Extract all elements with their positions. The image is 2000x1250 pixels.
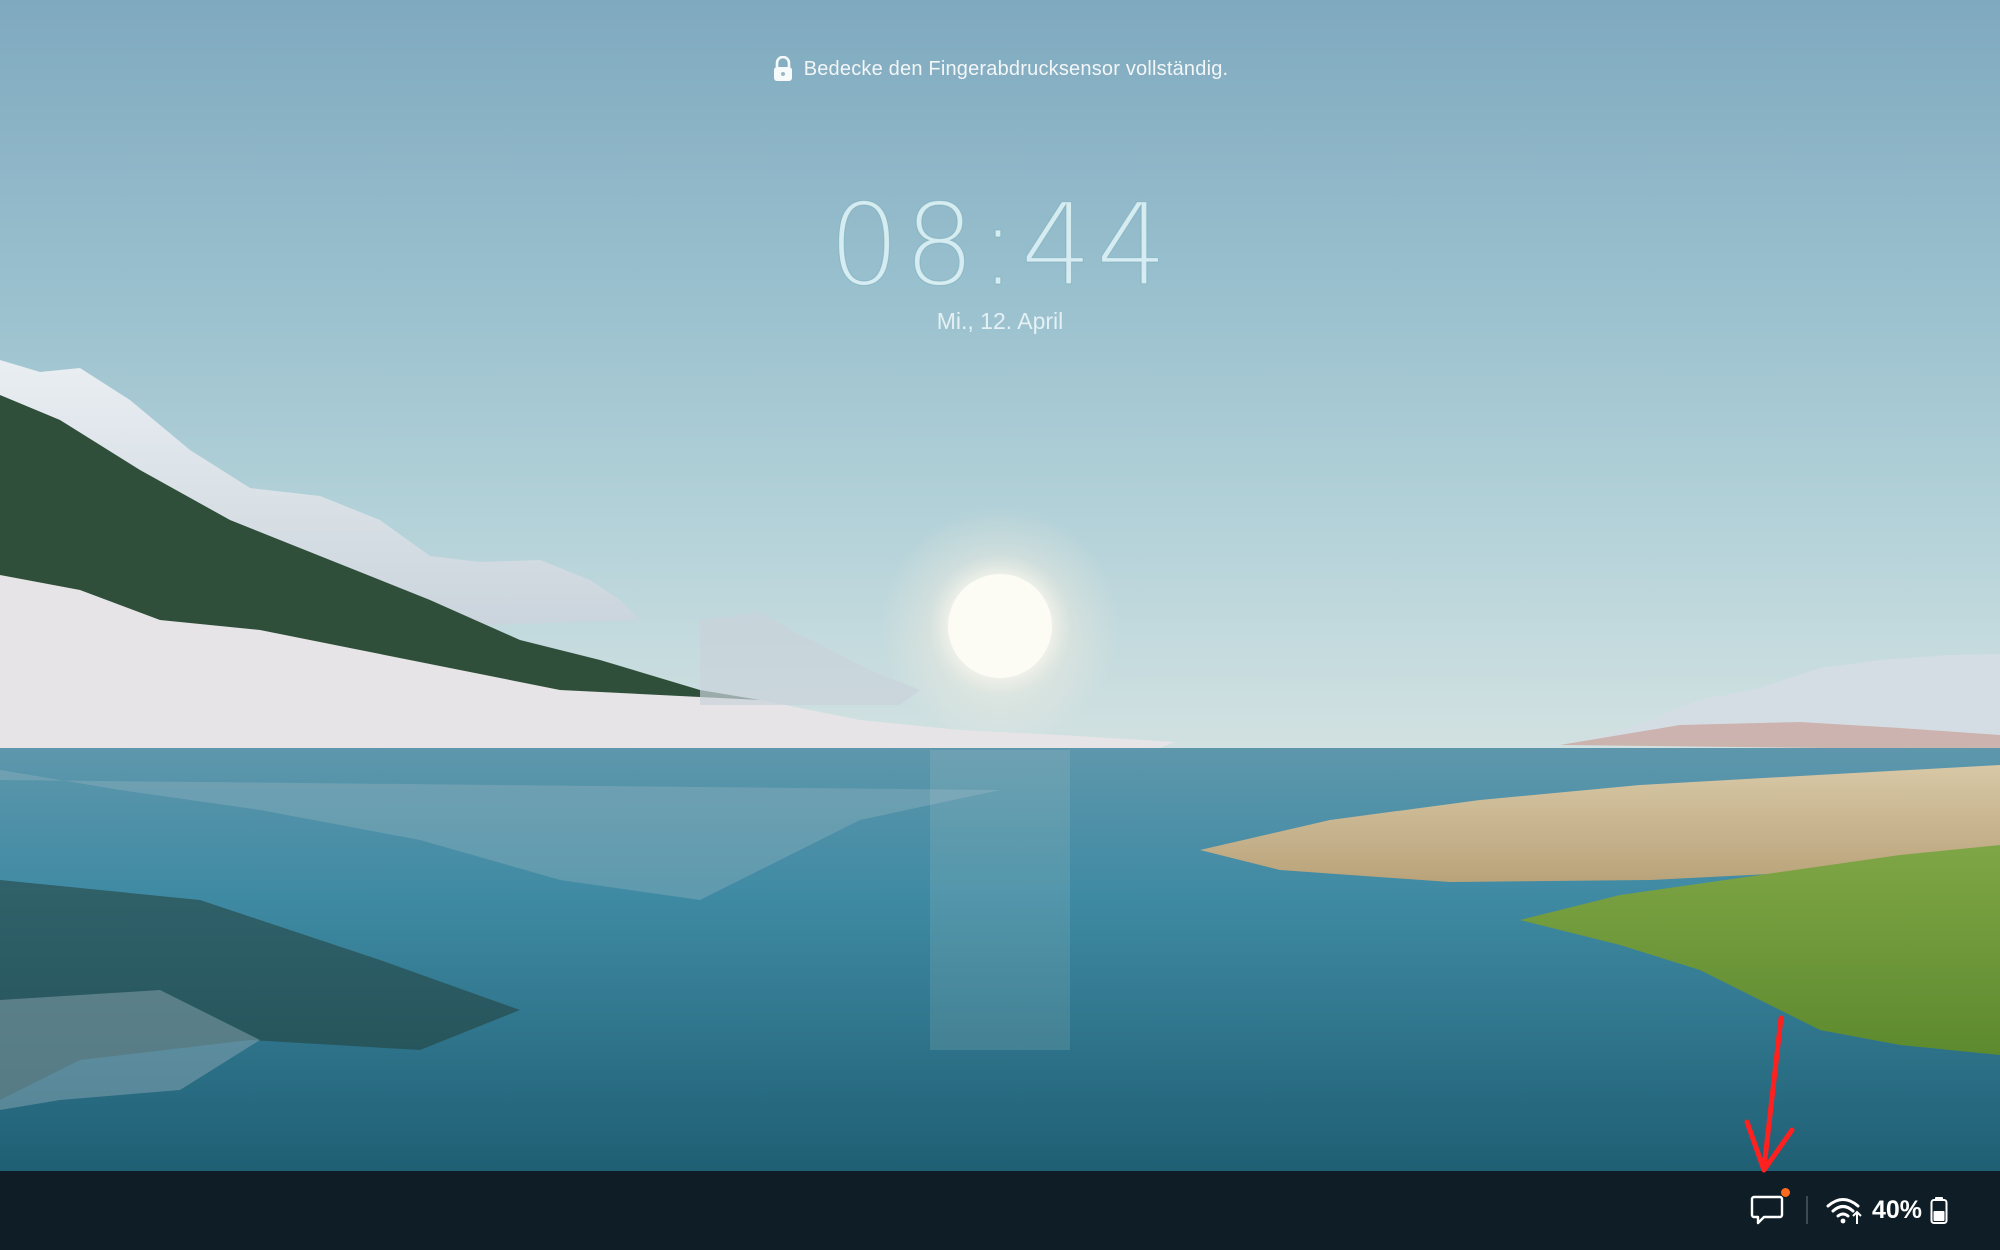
fingerprint-hint-text: Bedecke den Fingerabdrucksensor vollstän… [803,57,1229,80]
taskbar-divider [1806,1196,1808,1224]
taskbar [0,1171,2000,1250]
battery-icon [1930,1197,1948,1224]
chat-bubble-icon [1750,1195,1784,1225]
lockscreen-clock: 08:44 [828,181,1172,311]
lockscreen-date: Mi., 12. April [936,308,1064,334]
fingerprint-hint: Bedecke den Fingerabdrucksensor vollstän… [0,55,2000,82]
status-area[interactable]: 40% [1826,1192,1948,1228]
lockscreen: Bedecke den Fingerabdrucksensor vollstän… [0,0,2000,1250]
lock-icon [772,55,794,82]
wifi-icon [1826,1198,1862,1224]
battery-percentage: 40% [1872,1195,1923,1224]
notification-badge-dot [1781,1188,1790,1197]
notifications-button[interactable] [1748,1191,1786,1229]
